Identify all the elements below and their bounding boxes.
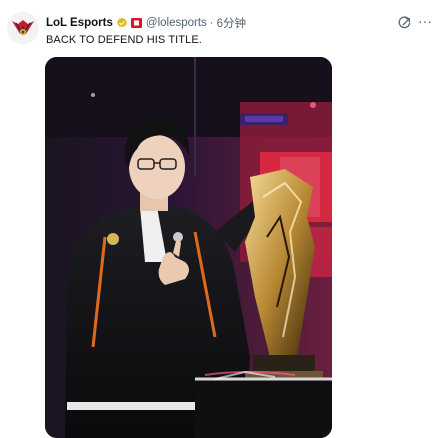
tweet[interactable]: LoL Esports @lolesports · 6分钟 BACK TO DE… [0,0,442,438]
tweet-header: LoL Esports @lolesports · 6分钟 [46,14,246,32]
lol-esports-logo-icon [7,12,39,44]
verified-badge-icon[interactable] [116,17,128,29]
tweet-photo[interactable] [45,57,332,438]
affiliate-badge-icon[interactable] [130,18,142,28]
timestamp[interactable]: 6分钟 [217,15,246,31]
handle[interactable]: @lolesports [146,17,207,29]
avatar[interactable] [7,12,39,44]
tweet-text: BACK TO DEFEND HIS TITLE. [46,34,202,46]
more-options-icon[interactable]: ··· [418,13,432,29]
separator-dot: · [209,17,214,29]
photo-image [45,57,332,438]
display-name[interactable]: LoL Esports [46,17,113,29]
grok-icon[interactable] [398,16,412,30]
